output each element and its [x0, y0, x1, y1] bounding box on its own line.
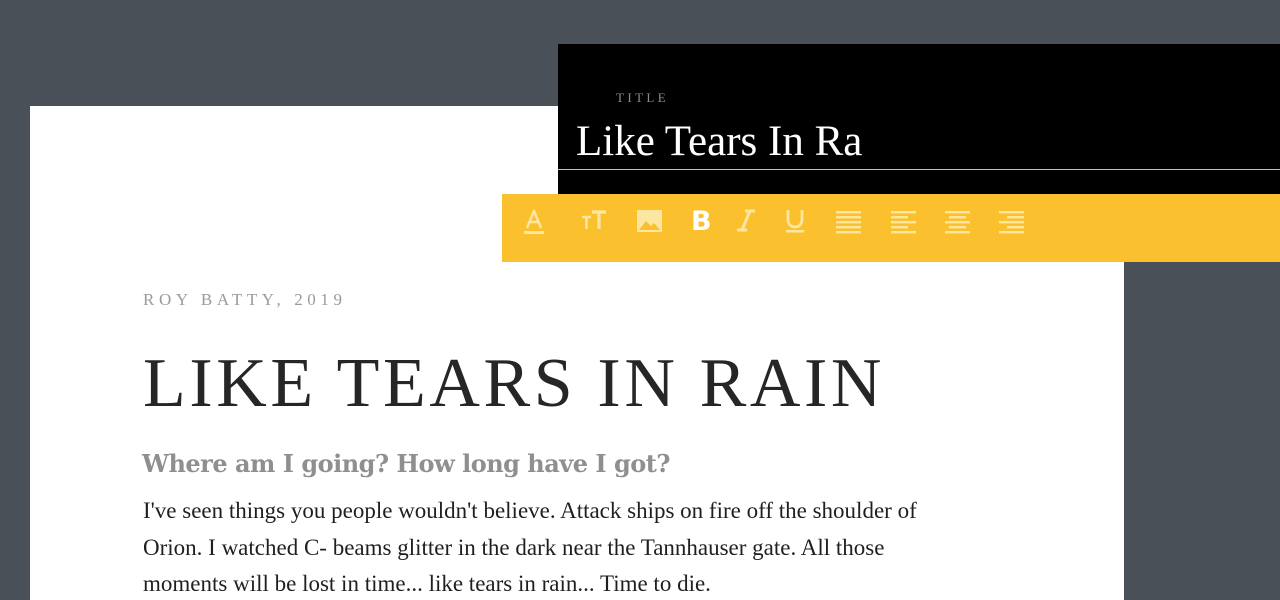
article-subhead: Where am I going? How long have I got?: [142, 449, 670, 478]
formatting-toolbar: B: [502, 194, 1280, 262]
image-icon: [637, 210, 662, 232]
align-justify-icon: [836, 211, 861, 234]
align-center-button[interactable]: [935, 200, 979, 240]
font-size-button[interactable]: [572, 200, 616, 240]
align-right-icon: [999, 211, 1024, 234]
title-input[interactable]: [576, 116, 1266, 168]
title-editor-panel: TITLE: [558, 44, 1280, 194]
underline-button[interactable]: [773, 200, 817, 240]
text-color-button[interactable]: [512, 200, 556, 240]
underline-icon: [786, 210, 804, 233]
title-input-underline: [558, 169, 1280, 170]
align-left-button[interactable]: [881, 200, 925, 240]
font-size-icon: [582, 210, 606, 229]
bold-icon: B: [691, 206, 712, 237]
svg-text:B: B: [691, 206, 712, 237]
article-body: I've seen things you people wouldn't bel…: [143, 498, 917, 596]
italic-button[interactable]: [724, 200, 768, 240]
title-field-label: TITLE: [616, 90, 670, 105]
italic-icon: [737, 209, 755, 232]
text-color-icon: [524, 209, 544, 234]
bold-button[interactable]: B: [678, 200, 722, 240]
align-left-icon: [891, 211, 916, 234]
insert-image-button[interactable]: [627, 200, 671, 240]
align-right-button[interactable]: [989, 200, 1033, 240]
article-byline: ROY BATTY, 2019: [143, 290, 347, 309]
justify-button[interactable]: [826, 200, 870, 240]
article-headline: LIKE TEARS IN RAIN: [143, 345, 886, 422]
align-center-icon: [945, 211, 970, 234]
